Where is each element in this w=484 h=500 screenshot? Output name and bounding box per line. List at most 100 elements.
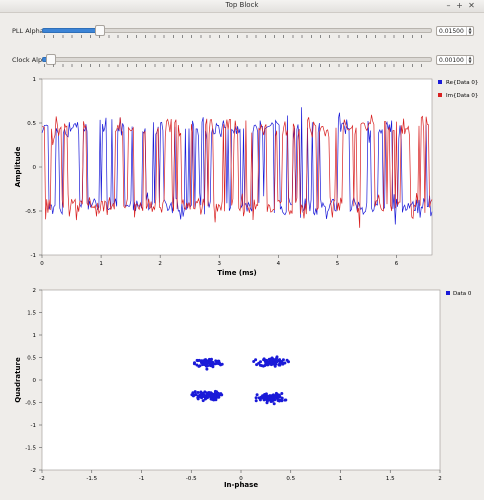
constellation-point bbox=[280, 396, 284, 400]
x-tick-label: 4 bbox=[277, 261, 281, 267]
constellation-point bbox=[201, 394, 205, 398]
constellation-point bbox=[272, 358, 276, 361]
x-tick-label: 0 bbox=[40, 261, 44, 267]
pll-alpha-slider[interactable] bbox=[42, 25, 432, 39]
x-tick-label: -0.5 bbox=[186, 476, 197, 482]
spin-arrows-icon[interactable]: ▲ ▼ bbox=[466, 27, 473, 35]
x-tick-label: 0.5 bbox=[286, 476, 295, 482]
const-ylabel: Quadrature bbox=[14, 357, 22, 403]
constellation-point bbox=[216, 359, 220, 363]
constellation-point bbox=[212, 396, 216, 400]
y-tick-label: -1.5 bbox=[25, 446, 36, 452]
title-bar[interactable]: Top Block – + ✕ bbox=[0, 0, 484, 13]
constellation-point bbox=[258, 363, 262, 367]
constellation-point bbox=[275, 355, 279, 359]
constellation-point bbox=[196, 391, 200, 394]
constellation-point bbox=[200, 359, 204, 363]
constellation-point bbox=[272, 402, 276, 406]
x-tick-label: 1 bbox=[99, 261, 103, 267]
constellation-point bbox=[278, 362, 282, 366]
slider-groove bbox=[42, 57, 432, 62]
constellation-point bbox=[281, 358, 285, 362]
pll-alpha-spinbox[interactable]: 0.01500 ▲ ▼ bbox=[436, 26, 474, 36]
constellation-point bbox=[280, 392, 284, 395]
time-xlabel: Time (ms) bbox=[217, 269, 257, 277]
constellation-point bbox=[254, 396, 258, 400]
y-tick-label: 1.5 bbox=[27, 311, 36, 317]
maximize-icon[interactable]: + bbox=[455, 1, 464, 10]
constellation-point bbox=[206, 394, 210, 398]
clock-alpha-spinbox[interactable]: 0.00100 ▲ ▼ bbox=[436, 55, 474, 65]
constellation-point bbox=[194, 393, 198, 396]
constellation-point bbox=[203, 360, 207, 364]
time-ylabel: Amplitude bbox=[14, 146, 22, 187]
minimize-icon[interactable]: – bbox=[444, 1, 453, 10]
y-tick-label: 0.5 bbox=[27, 121, 36, 127]
const-y-axis: 2 1.5 1 0.5 0 -0.5 -1 -1.5 -2 bbox=[25, 288, 42, 474]
y-tick-label: 0 bbox=[33, 165, 37, 171]
spin-arrows-icon[interactable]: ▲ ▼ bbox=[466, 56, 473, 64]
legend-swatch-im bbox=[438, 93, 442, 97]
y-tick-label: -0.5 bbox=[25, 401, 36, 407]
pll-alpha-value: 0.01500 bbox=[439, 28, 464, 35]
legend-data0-label: Data 0 bbox=[453, 291, 472, 297]
constellation-point bbox=[277, 393, 281, 397]
x-tick-label: 6 bbox=[395, 261, 399, 267]
time-y-axis: 1 0.5 0 -0.5 -1 bbox=[25, 77, 42, 259]
constellation-point bbox=[200, 391, 204, 395]
constellation-point bbox=[285, 358, 289, 362]
x-tick-label: 2 bbox=[158, 261, 162, 267]
constellation-point bbox=[269, 359, 273, 362]
x-tick-label: 1.5 bbox=[386, 476, 395, 482]
constellation-point bbox=[217, 395, 221, 399]
constellation-canvas[interactable] bbox=[41, 289, 441, 471]
constellation-point bbox=[191, 391, 195, 395]
constellation-point bbox=[270, 397, 274, 401]
y-tick-label: 0.5 bbox=[27, 356, 36, 362]
constellation-point bbox=[209, 361, 213, 365]
constellation-point bbox=[254, 358, 258, 362]
slider-ticks bbox=[44, 35, 430, 38]
y-tick-label: 0 bbox=[33, 378, 37, 384]
constellation-point bbox=[196, 359, 200, 363]
constellation-point bbox=[203, 390, 207, 394]
constellation-point bbox=[257, 396, 261, 400]
clock-alpha-value: 0.00100 bbox=[439, 57, 464, 64]
y-tick-label: -2 bbox=[31, 468, 36, 474]
constellation-point bbox=[213, 389, 217, 393]
close-icon[interactable]: ✕ bbox=[467, 1, 476, 10]
time-plot[interactable]: 10.50-0.5-1 0123456 Amplitude Time (ms) … bbox=[0, 72, 484, 277]
constellation-point bbox=[196, 395, 200, 399]
constellation-point bbox=[273, 395, 277, 399]
slider-ticks bbox=[44, 64, 430, 67]
const-xlabel: In-phase bbox=[224, 481, 258, 489]
window-title: Top Block bbox=[225, 1, 259, 9]
constellation-point bbox=[278, 358, 282, 362]
constellation-plot[interactable]: 2 1.5 1 0.5 0 -0.5 -1 -1.5 -2 -2 -1.5 -1 -0.5 0 0.5 1 1… bbox=[0, 285, 484, 500]
constellation-point bbox=[198, 364, 202, 368]
x-tick-label: -1 bbox=[139, 476, 144, 482]
x-tick-label: 2 bbox=[438, 476, 442, 482]
constellation-point bbox=[280, 399, 284, 403]
x-tick-label: -1.5 bbox=[86, 476, 97, 482]
constellation-point bbox=[209, 394, 213, 398]
x-tick-label: -2 bbox=[39, 476, 44, 482]
constellation-point bbox=[254, 399, 258, 403]
clock-alpha-slider[interactable] bbox=[42, 54, 432, 68]
time-legend[interactable]: Re{Data 0} Im{Data 0} bbox=[438, 80, 478, 99]
constellation-point bbox=[205, 367, 209, 371]
x-tick-label: 3 bbox=[218, 261, 222, 267]
legend-re-label: Re{Data 0} bbox=[446, 80, 478, 86]
y-tick-label: 2 bbox=[33, 288, 37, 294]
pll-alpha-label: PLL Alpha bbox=[12, 27, 44, 35]
constellation-point bbox=[265, 401, 269, 405]
x-tick-label: 5 bbox=[336, 261, 340, 267]
y-tick-label: 1 bbox=[33, 77, 37, 83]
constellation-point bbox=[261, 364, 265, 368]
y-tick-label: 1 bbox=[33, 333, 37, 339]
constellation-point bbox=[273, 362, 277, 366]
time-x-axis: 0 1 2 3 4 5 6 bbox=[40, 255, 399, 267]
const-legend[interactable]: Data 0 bbox=[446, 291, 472, 297]
constellation-point bbox=[220, 362, 224, 366]
constellation-point bbox=[209, 364, 212, 368]
